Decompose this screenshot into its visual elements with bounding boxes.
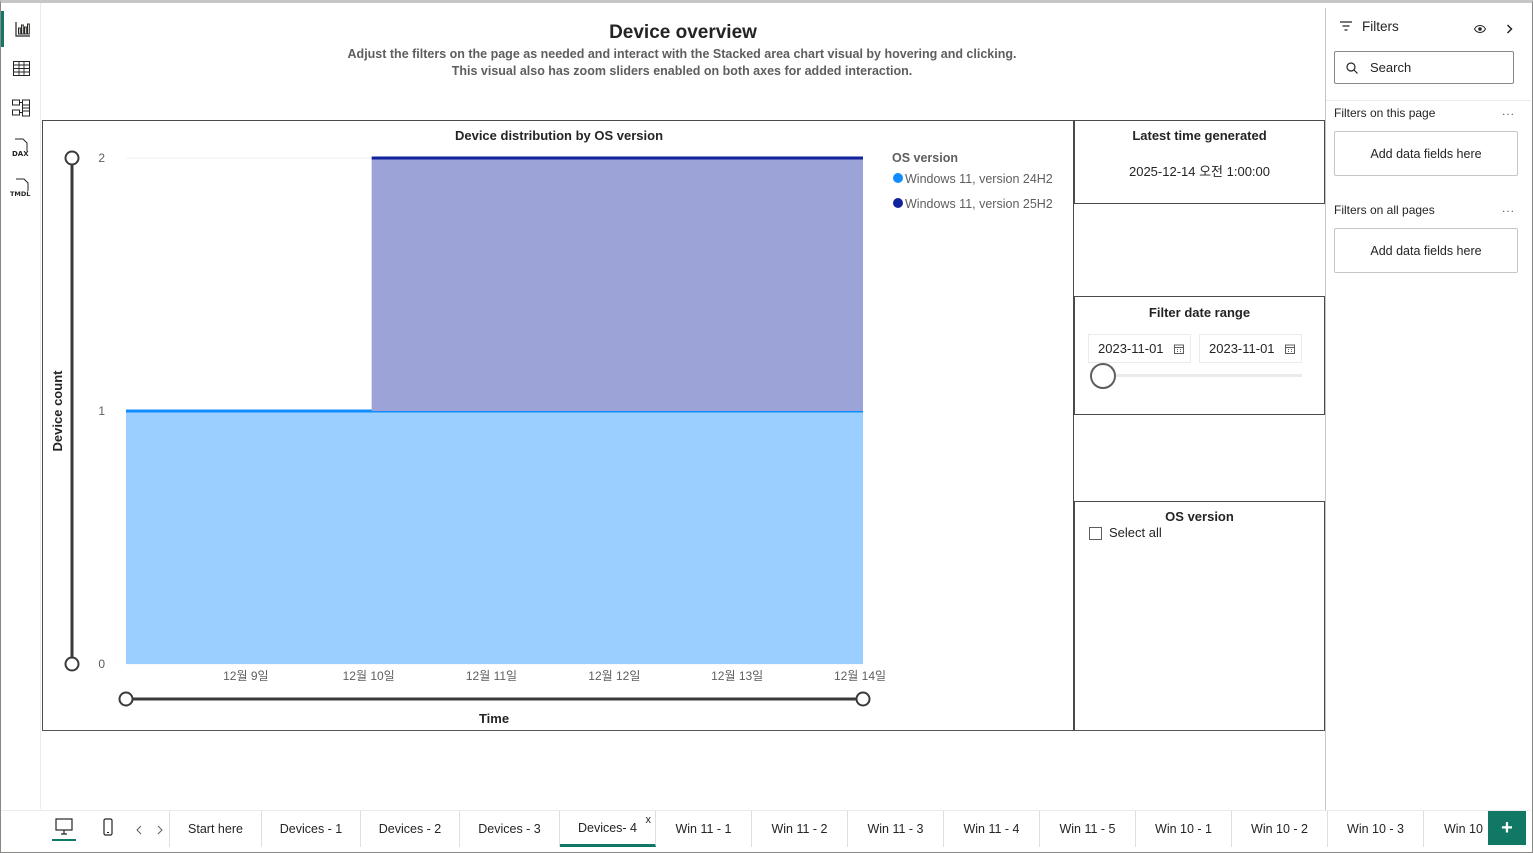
x-zoom-slider-left-handle[interactable] bbox=[118, 691, 134, 707]
tab-devices-4-label: Devices- 4 bbox=[577, 820, 638, 835]
legend-marker-24h2 bbox=[893, 173, 903, 183]
date-range-title: Filter date range bbox=[1148, 305, 1251, 320]
tab-devices-1[interactable]: Devices - 1 bbox=[262, 811, 361, 847]
latest-time-title: Latest time generated bbox=[1132, 128, 1267, 143]
calendar-icon[interactable] bbox=[1285, 344, 1295, 354]
y-zoom-slider-top-handle[interactable] bbox=[64, 150, 80, 166]
filters-on-all-pages-label: Filters on all pages bbox=[1334, 203, 1435, 217]
filters-divider bbox=[1326, 100, 1531, 101]
tab-win11-1[interactable]: Win 11 - 1 bbox=[656, 811, 752, 847]
page-subtitle: Adjust the filters on the page as needed… bbox=[347, 47, 1017, 78]
more-options-icon[interactable]: ... bbox=[1502, 201, 1515, 215]
chart-plot[interactable]: Time Device count OS version Windows 11,… bbox=[43, 121, 1073, 730]
x-tick-label: 12월 9일 bbox=[223, 669, 268, 683]
date-to-value: 2023-11-01 bbox=[1209, 341, 1275, 356]
search-icon bbox=[1346, 62, 1358, 74]
tab-win11-3[interactable]: Win 11 - 3 bbox=[848, 811, 944, 847]
desktop-layout-icon[interactable] bbox=[55, 818, 73, 836]
tab-devices-2[interactable]: Devices - 2 bbox=[361, 811, 460, 847]
filters-pane: Filters Search Filters on this page ... … bbox=[1325, 8, 1531, 810]
report-view-button[interactable] bbox=[1, 11, 41, 47]
y-axis-title: Device count bbox=[50, 370, 65, 452]
tab-win11-4[interactable]: Win 11 - 4 bbox=[944, 811, 1040, 847]
filters-search-input[interactable]: Search bbox=[1334, 51, 1514, 84]
add-page-button[interactable]: + bbox=[1488, 811, 1526, 845]
latest-time-value: 2025-12-14 오전 1:00:00 bbox=[1128, 164, 1270, 179]
tab-win10-2[interactable]: Win 10 - 2 bbox=[1232, 811, 1328, 847]
collapse-chevron-icon[interactable] bbox=[1506, 24, 1514, 34]
scroll-left-icon[interactable] bbox=[136, 825, 142, 835]
legend-marker-25h2 bbox=[893, 198, 903, 208]
page-filters-drop-well[interactable]: Add data fields here bbox=[1334, 131, 1518, 176]
x-tick-label: 12월 12일 bbox=[588, 669, 640, 683]
filter-icon bbox=[1340, 21, 1352, 31]
x-axis-title: Time bbox=[479, 711, 509, 726]
legend-title: OS version bbox=[892, 151, 958, 165]
all-pages-filters-drop-well[interactable]: Add data fields here bbox=[1334, 228, 1518, 273]
area-series-0[interactable] bbox=[126, 411, 863, 664]
tab-win10-1[interactable]: Win 10 - 1 bbox=[1136, 811, 1232, 847]
latest-time-card: Latest time generated 2025-12-14 오전 1:00… bbox=[1074, 120, 1325, 204]
x-tick-label: 12월 13일 bbox=[711, 669, 763, 683]
svg-text:TMDL: TMDL bbox=[10, 190, 30, 198]
tab-start-here[interactable]: Start here bbox=[170, 811, 262, 847]
report-canvas: Device overview Adjust the filters on th… bbox=[42, 8, 1325, 810]
date-from-value: 2023-11-01 bbox=[1098, 341, 1164, 356]
filters-on-this-page-label: Filters on this page bbox=[1334, 106, 1436, 120]
date-range-slider-handle[interactable] bbox=[1090, 363, 1116, 389]
mobile-layout-icon[interactable] bbox=[103, 818, 113, 836]
table-view-button[interactable] bbox=[1, 50, 41, 86]
model-view-button[interactable] bbox=[1, 90, 41, 126]
report-view-icon bbox=[14, 22, 30, 37]
more-options-icon[interactable]: ... bbox=[1502, 104, 1515, 118]
legend-label-25h2: Windows 11, version 25H2 bbox=[905, 197, 1053, 211]
dax-query-view-button[interactable]: DAX bbox=[1, 130, 41, 166]
y-zoom-slider-bottom-handle[interactable] bbox=[64, 656, 80, 672]
x-tick-label: 12월 10일 bbox=[343, 669, 395, 683]
date-range-slider-track[interactable] bbox=[1102, 374, 1302, 377]
canvas-boundary bbox=[42, 730, 1324, 731]
select-all-label[interactable]: Select all bbox=[1109, 525, 1162, 540]
select-all-checkbox[interactable] bbox=[1089, 527, 1102, 540]
view-switcher: DAX TMDL bbox=[1, 3, 41, 809]
date-from-input[interactable]: 2023-11-01 bbox=[1088, 334, 1191, 363]
date-to-input[interactable]: 2023-11-01 bbox=[1199, 334, 1302, 363]
plus-icon: + bbox=[1501, 816, 1513, 839]
svg-text:DAX: DAX bbox=[12, 150, 29, 158]
calendar-icon[interactable] bbox=[1174, 344, 1184, 354]
tmdl-view-button[interactable]: TMDL bbox=[1, 170, 41, 206]
search-placeholder: Search bbox=[1370, 60, 1412, 75]
filters-title: Filters bbox=[1362, 19, 1399, 34]
eye-icon[interactable] bbox=[1474, 25, 1486, 33]
tab-win10-3[interactable]: Win 10 - 3 bbox=[1328, 811, 1424, 847]
legend-item-25h2[interactable]: Windows 11, version 25H2 bbox=[893, 197, 1053, 211]
area-series-1[interactable] bbox=[371, 158, 863, 411]
tab-devices-3[interactable]: Devices - 3 bbox=[460, 811, 560, 847]
tab-win11-2[interactable]: Win 11 - 2 bbox=[752, 811, 848, 847]
tab-win11-5[interactable]: Win 11 - 5 bbox=[1040, 811, 1136, 847]
tab-win10-4-partial[interactable]: Win 10 bbox=[1424, 811, 1488, 847]
scroll-right-icon[interactable] bbox=[157, 825, 163, 835]
desktop-layout-indicator bbox=[52, 839, 76, 841]
table-view-icon bbox=[12, 60, 30, 76]
close-tab-icon[interactable]: x bbox=[646, 814, 652, 826]
y-tick-label: 0 bbox=[98, 657, 105, 671]
page-title: Device overview bbox=[609, 22, 757, 43]
tmdl-view-icon: TMDL bbox=[10, 178, 30, 198]
stacked-area-chart-visual[interactable]: Device distribution by OS version Time D… bbox=[42, 120, 1074, 731]
y-tick-label: 2 bbox=[98, 151, 105, 165]
model-view-icon bbox=[12, 99, 30, 117]
x-tick-label: 12월 14일 bbox=[834, 669, 886, 683]
os-slicer-title: OS version bbox=[1165, 509, 1234, 524]
dax-query-view-icon: DAX bbox=[12, 138, 29, 158]
legend-label-24h2: Windows 11, version 24H2 bbox=[905, 172, 1053, 186]
x-tick-label: 12월 11일 bbox=[466, 669, 517, 683]
page-tab-bar: Start here Devices - 1 Devices - 2 Devic… bbox=[1, 810, 1531, 850]
y-tick-label: 1 bbox=[98, 404, 105, 418]
legend-item-24h2[interactable]: Windows 11, version 24H2 bbox=[893, 172, 1053, 186]
x-zoom-slider-right-handle[interactable] bbox=[855, 691, 871, 707]
tab-devices-4[interactable]: Devices- 4 x bbox=[560, 811, 656, 847]
